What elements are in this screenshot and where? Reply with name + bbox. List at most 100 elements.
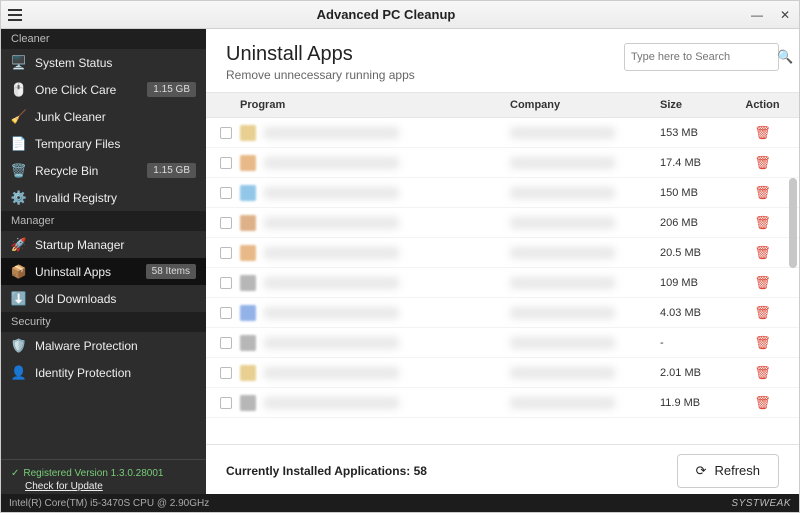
file-icon: 📄 — [11, 136, 27, 152]
window-title: Advanced PC Cleanup — [29, 7, 743, 22]
sidebar-item-label: Invalid Registry — [35, 191, 196, 205]
scrollbar-thumb[interactable] — [789, 178, 797, 268]
row-checkbox[interactable] — [220, 277, 232, 289]
delete-button[interactable]: 🗑 — [740, 335, 785, 351]
company-name — [510, 157, 615, 169]
delete-button[interactable]: 🗑 — [740, 245, 785, 261]
company-name — [510, 397, 615, 409]
main-footer: Currently Installed Applications: 58 ⟳ R… — [206, 444, 799, 496]
main-header: Uninstall Apps Remove unnecessary runnin… — [206, 29, 799, 92]
sidebar-item-malware-protection[interactable]: 🛡️ Malware Protection — [1, 332, 206, 359]
table-body: 153 MB🗑17.4 MB🗑150 MB🗑206 MB🗑20.5 MB🗑109… — [206, 118, 799, 444]
watermark: SYSTWEAK — [731, 498, 791, 509]
delete-button[interactable]: 🗑 — [740, 305, 785, 321]
app-icon — [240, 395, 256, 411]
table-row[interactable]: 109 MB🗑 — [206, 268, 799, 298]
count-value: 58 — [414, 464, 427, 478]
sidebar-item-old-downloads[interactable]: ⬇️ Old Downloads — [1, 285, 206, 312]
app-icon — [240, 365, 256, 381]
refresh-label: Refresh — [714, 463, 760, 478]
table-row[interactable]: 150 MB🗑 — [206, 178, 799, 208]
col-company[interactable]: Company — [510, 99, 660, 111]
app-size: 109 MB — [660, 277, 740, 289]
delete-button[interactable]: 🗑 — [740, 185, 785, 201]
count-badge: 58 Items — [146, 264, 196, 279]
app-size: 20.5 MB — [660, 247, 740, 259]
registered-version: ✓ Registered Version 1.3.0.28001 — [11, 468, 196, 479]
uninstall-icon: 📦 — [11, 264, 27, 280]
click-icon: 🖱️ — [11, 82, 27, 98]
sidebar-item-recycle-bin[interactable]: 🗑️ Recycle Bin 1.15 GB — [1, 157, 206, 184]
program-name — [264, 397, 399, 409]
sidebar-item-temporary-files[interactable]: 📄 Temporary Files — [1, 130, 206, 157]
check-update-link[interactable]: Check for Update — [25, 481, 103, 492]
row-checkbox[interactable] — [220, 157, 232, 169]
search-input[interactable] — [631, 51, 773, 63]
sidebar-item-label: Recycle Bin — [35, 164, 139, 178]
row-checkbox[interactable] — [220, 367, 232, 379]
shield-icon: 🛡️ — [11, 338, 27, 354]
sidebar-item-startup-manager[interactable]: 🚀 Startup Manager — [1, 231, 206, 258]
company-name — [510, 217, 615, 229]
row-checkbox[interactable] — [220, 187, 232, 199]
sidebar-item-invalid-registry[interactable]: ⚙️ Invalid Registry — [1, 184, 206, 211]
app-size: 150 MB — [660, 187, 740, 199]
sidebar-item-junk-cleaner[interactable]: 🧹 Junk Cleaner — [1, 103, 206, 130]
row-checkbox[interactable] — [220, 127, 232, 139]
table-row[interactable]: 17.4 MB🗑 — [206, 148, 799, 178]
sidebar-item-identity-protection[interactable]: 👤 Identity Protection — [1, 359, 206, 386]
table-row[interactable]: 206 MB🗑 — [206, 208, 799, 238]
refresh-button[interactable]: ⟳ Refresh — [677, 454, 779, 488]
row-checkbox[interactable] — [220, 217, 232, 229]
delete-button[interactable]: 🗑 — [740, 365, 785, 381]
sidebar-item-label: Junk Cleaner — [35, 110, 196, 124]
sidebar-item-label: Temporary Files — [35, 137, 196, 151]
size-badge: 1.15 GB — [147, 163, 196, 178]
sidebar-item-uninstall-apps[interactable]: 📦 Uninstall Apps 58 Items — [1, 258, 206, 285]
app-size: 206 MB — [660, 217, 740, 229]
delete-button[interactable]: 🗑 — [740, 215, 785, 231]
delete-button[interactable]: 🗑 — [740, 395, 785, 411]
table-row[interactable]: -🗑 — [206, 328, 799, 358]
startup-icon: 🚀 — [11, 237, 27, 253]
table-row[interactable]: 153 MB🗑 — [206, 118, 799, 148]
menu-button[interactable] — [1, 1, 29, 29]
sidebar-item-one-click-care[interactable]: 🖱️ One Click Care 1.15 GB — [1, 76, 206, 103]
col-size[interactable]: Size — [660, 99, 740, 111]
app-icon — [240, 155, 256, 171]
col-action: Action — [740, 99, 785, 111]
program-name — [264, 307, 399, 319]
row-checkbox[interactable] — [220, 247, 232, 259]
section-cleaner: Cleaner — [1, 29, 206, 49]
app-icon — [240, 335, 256, 351]
table-row[interactable]: 2.01 MB🗑 — [206, 358, 799, 388]
search-box[interactable]: 🔍 — [624, 43, 779, 71]
delete-button[interactable]: 🗑 — [740, 125, 785, 141]
download-icon: ⬇️ — [11, 291, 27, 307]
section-security: Security — [1, 312, 206, 332]
search-icon[interactable]: 🔍 — [777, 49, 793, 65]
table-row[interactable]: 4.03 MB🗑 — [206, 298, 799, 328]
delete-button[interactable]: 🗑 — [740, 275, 785, 291]
installed-count: Currently Installed Applications: 58 — [226, 464, 427, 478]
version-text: Registered Version 1.3.0.28001 — [23, 468, 163, 479]
col-program[interactable]: Program — [240, 99, 510, 111]
company-name — [510, 247, 615, 259]
program-name — [264, 277, 399, 289]
sidebar-item-system-status[interactable]: 🖥️ System Status — [1, 49, 206, 76]
table-row[interactable]: 20.5 MB🗑 — [206, 238, 799, 268]
close-button[interactable]: ✕ — [771, 1, 799, 29]
company-name — [510, 277, 615, 289]
row-checkbox[interactable] — [220, 397, 232, 409]
minimize-button[interactable]: — — [743, 1, 771, 29]
statusbar: Intel(R) Core(TM) i5-3470S CPU @ 2.90GHz… — [1, 494, 799, 512]
app-icon — [240, 185, 256, 201]
broom-icon: 🧹 — [11, 109, 27, 125]
app-size: 11.9 MB — [660, 397, 740, 409]
row-checkbox[interactable] — [220, 337, 232, 349]
sidebar-footer: ✓ Registered Version 1.3.0.28001 Check f… — [1, 459, 206, 496]
table-row[interactable]: 11.9 MB🗑 — [206, 388, 799, 418]
row-checkbox[interactable] — [220, 307, 232, 319]
company-name — [510, 127, 615, 139]
delete-button[interactable]: 🗑 — [740, 155, 785, 171]
